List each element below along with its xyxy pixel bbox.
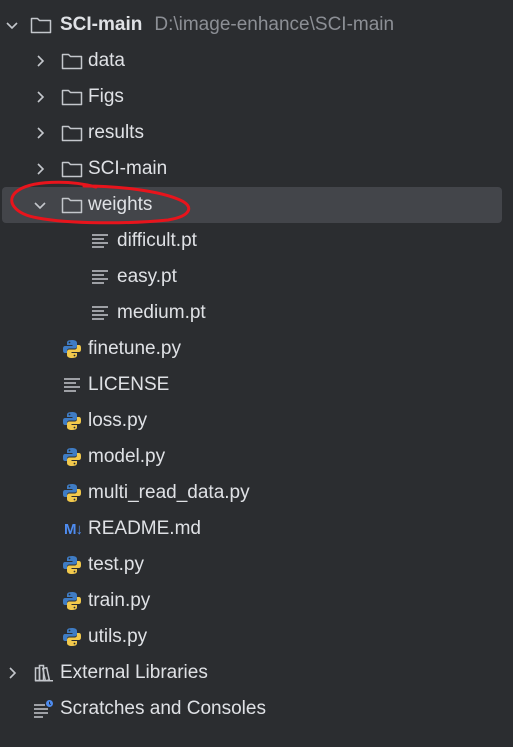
file-label: model.py: [88, 446, 166, 467]
project-root-label: SCI-main D:\image-enhance\SCI-main: [60, 14, 394, 36]
tree-row-file-easy-pt[interactable]: easy.pt: [0, 259, 513, 295]
tree-row-file-loss-py[interactable]: loss.py: [0, 403, 513, 439]
folder-icon: [61, 158, 83, 180]
tree-row-folder-results[interactable]: results: [0, 115, 513, 151]
library-icon: [33, 662, 55, 684]
tree-row-file-utils-py[interactable]: utils.py: [0, 619, 513, 655]
tree-row-folder-weights[interactable]: weights: [2, 187, 502, 223]
tree-row-file-finetune-py[interactable]: finetune.py: [0, 331, 513, 367]
file-label: LICENSE: [88, 374, 170, 395]
folder-icon: [61, 194, 83, 216]
file-label: loss.py: [88, 410, 148, 431]
file-label: difficult.pt: [117, 230, 197, 251]
tree-row-file-license[interactable]: LICENSE: [0, 367, 513, 403]
python-file-icon: [61, 554, 83, 576]
folder-label: SCI-main: [88, 158, 168, 179]
file-label: utils.py: [88, 626, 148, 647]
tree-row-folder-data[interactable]: data: [0, 43, 513, 79]
file-label: train.py: [88, 590, 151, 611]
text-file-icon: [89, 302, 111, 324]
folder-icon: [61, 86, 83, 108]
chevron-down-icon[interactable]: [5, 18, 19, 32]
chevron-right-icon[interactable]: [33, 90, 47, 104]
tree-row-root[interactable]: SCI-main D:\image-enhance\SCI-main: [0, 7, 513, 43]
scratches-and-consoles-label: Scratches and Consoles: [60, 698, 266, 719]
folder-icon: [61, 122, 83, 144]
tree-row-scratches-and-consoles[interactable]: Scratches and Consoles: [0, 691, 513, 727]
project-name: SCI-main: [60, 14, 143, 35]
folder-label: results: [88, 122, 144, 143]
tree-row-folder-sci-main[interactable]: SCI-main: [0, 151, 513, 187]
folder-icon: [61, 50, 83, 72]
project-path: D:\image-enhance\SCI-main: [154, 14, 395, 35]
file-label: test.py: [88, 554, 144, 575]
tree-row-file-medium-pt[interactable]: medium.pt: [0, 295, 513, 331]
folder-label: weights: [88, 194, 153, 215]
scratches-icon: [33, 698, 55, 720]
tree-row-file-train-py[interactable]: train.py: [0, 583, 513, 619]
chevron-right-icon[interactable]: [5, 666, 19, 680]
file-label: README.md: [88, 518, 201, 539]
text-file-icon: [89, 266, 111, 288]
python-file-icon: [61, 446, 83, 468]
python-file-icon: [61, 590, 83, 612]
file-label: medium.pt: [117, 302, 206, 323]
markdown-file-icon: M↓: [64, 520, 83, 538]
tree-row-file-model-py[interactable]: model.py: [0, 439, 513, 475]
file-label: multi_read_data.py: [88, 482, 250, 503]
file-label: easy.pt: [117, 266, 177, 287]
python-file-icon: [61, 338, 83, 360]
text-file-icon: [89, 230, 111, 252]
external-libraries-label: External Libraries: [60, 662, 208, 683]
tree-row-file-difficult-pt[interactable]: difficult.pt: [0, 223, 513, 259]
tree-row-external-libraries[interactable]: External Libraries: [0, 655, 513, 691]
chevron-right-icon[interactable]: [33, 162, 47, 176]
folder-icon: [30, 14, 52, 36]
text-file-icon: [61, 374, 83, 396]
python-file-icon: [61, 626, 83, 648]
chevron-right-icon[interactable]: [33, 54, 47, 68]
folder-label: data: [88, 50, 125, 71]
python-file-icon: [61, 410, 83, 432]
chevron-right-icon[interactable]: [33, 126, 47, 140]
python-file-icon: [61, 482, 83, 504]
tree-row-file-test-py[interactable]: test.py: [0, 547, 513, 583]
tree-row-file-readme-md[interactable]: M↓ README.md: [0, 511, 513, 547]
tree-row-folder-figs[interactable]: Figs: [0, 79, 513, 115]
file-label: finetune.py: [88, 338, 181, 359]
folder-label: Figs: [88, 86, 124, 107]
chevron-down-icon[interactable]: [33, 198, 47, 212]
tree-row-file-multi-read-data-py[interactable]: multi_read_data.py: [0, 475, 513, 511]
